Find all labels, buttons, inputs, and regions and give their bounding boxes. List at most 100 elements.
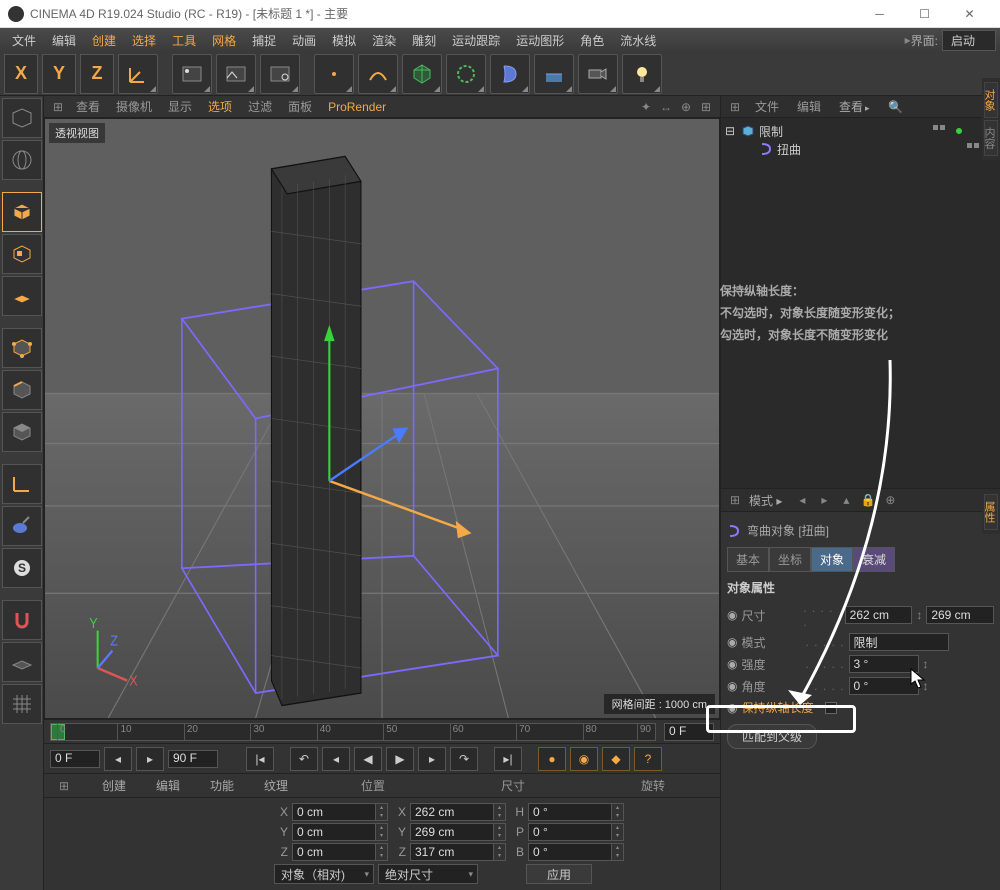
vp-options[interactable]: 选项	[202, 98, 238, 115]
object-manager[interactable]: ⊟ 限制 扭曲	[721, 118, 1000, 488]
maximize-button[interactable]: ☐	[902, 0, 947, 28]
coord-mode2-combo[interactable]: 绝对尺寸	[378, 864, 478, 884]
coord-tab-create[interactable]: 创建	[102, 777, 126, 794]
menu-sim[interactable]: 模拟	[324, 32, 364, 49]
menu-pipeline[interactable]: 流水线	[612, 32, 664, 49]
locked-workplane-button[interactable]	[2, 642, 42, 682]
apply-button[interactable]: 应用	[526, 864, 592, 884]
attr-mode[interactable]: 模式 ▸	[749, 492, 782, 509]
play-back-button[interactable]: ◀	[354, 747, 382, 771]
menu-edit[interactable]: 编辑	[44, 32, 84, 49]
iface-combo[interactable]: 启动	[942, 30, 996, 51]
angle-field[interactable]: 0 °	[849, 677, 919, 695]
vp-filter[interactable]: 过滤	[242, 98, 278, 115]
objmgr-file[interactable]: 文件	[749, 98, 785, 115]
object-row-root[interactable]: ⊟ 限制	[725, 122, 996, 140]
render-pic-button[interactable]	[216, 54, 256, 94]
coord-tab-tex[interactable]: 纹理	[264, 777, 288, 794]
menu-render[interactable]: 渲染	[364, 32, 404, 49]
vp-view[interactable]: 查看	[70, 98, 106, 115]
menu-sculpt[interactable]: 雕刻	[404, 32, 444, 49]
attr-lock-icon[interactable]: 🔒	[860, 492, 876, 508]
point-mode-button[interactable]	[2, 328, 42, 368]
vp-prorender[interactable]: ProRender	[322, 100, 392, 114]
objmgr-view[interactable]: 查看▸	[833, 98, 876, 115]
object-row-child[interactable]: 扭曲	[725, 140, 996, 158]
size-field[interactable]: 269 cm▴▾	[410, 823, 506, 841]
viewport[interactable]: Y X Z 透视视图 网格间距 : 1000 cm	[44, 118, 720, 719]
attr-tab-basic[interactable]: 基本	[727, 547, 769, 572]
vis-dot-icon[interactable]	[956, 128, 962, 134]
next-frame-button[interactable]: ▸	[418, 747, 446, 771]
menu-mesh[interactable]: 网格	[204, 32, 244, 49]
menu-track[interactable]: 运动跟踪	[444, 32, 508, 49]
objmgr-edit[interactable]: 编辑	[791, 98, 827, 115]
prev-key-button[interactable]: ↶	[290, 747, 318, 771]
record-button[interactable]: ●	[538, 747, 566, 771]
goto-start-button[interactable]: |◂	[246, 747, 274, 771]
axis-z-button[interactable]: Z	[80, 54, 114, 94]
sidetab-obj[interactable]: 对象	[984, 82, 998, 118]
object-name[interactable]: 限制	[759, 123, 928, 140]
range-right-button[interactable]: ▸	[136, 747, 164, 771]
objmgr-search-icon[interactable]: 🔍	[888, 99, 904, 115]
objmgr-icon[interactable]: ⊞	[727, 99, 743, 115]
goto-end-button[interactable]: ▸|	[494, 747, 522, 771]
deformer-button[interactable]	[490, 54, 530, 94]
attr-panel-icon[interactable]: ⊞	[727, 492, 743, 508]
keyhelp-button[interactable]: ?	[634, 747, 662, 771]
attr-fwd-icon[interactable]: ▸	[816, 492, 832, 508]
null-button[interactable]	[314, 54, 354, 94]
menu-file[interactable]: 文件	[4, 32, 44, 49]
coord-mode1-combo[interactable]: 对象（相对)	[274, 864, 374, 884]
menu-char[interactable]: 角色	[572, 32, 612, 49]
vp-nav4-icon[interactable]: ⊞	[698, 99, 714, 115]
attr-tab-object[interactable]: 对象	[811, 547, 853, 572]
size-b-field[interactable]: 269 cm	[926, 606, 994, 624]
range-left-button[interactable]: ◂	[104, 747, 132, 771]
axis-x-button[interactable]: X	[4, 54, 38, 94]
play-button[interactable]: ▶	[386, 747, 414, 771]
layout-icon[interactable]: ⊞	[50, 99, 66, 115]
pos-field[interactable]: 0 cm▴▾	[292, 843, 388, 861]
coord-tab-func[interactable]: 功能	[210, 777, 234, 794]
size-a-field[interactable]: 262 cm	[845, 606, 913, 624]
axis-y-button[interactable]: Y	[42, 54, 76, 94]
texture-mode-button[interactable]	[2, 234, 42, 274]
menu-mograph[interactable]: 运动图形	[508, 32, 572, 49]
grid-button[interactable]	[2, 684, 42, 724]
coord-system-button[interactable]	[118, 54, 158, 94]
sidetab-attr[interactable]: 属性	[984, 494, 998, 530]
attr-menu-icon[interactable]: ⊕	[882, 492, 898, 508]
mode-combo[interactable]: 限制	[849, 633, 949, 651]
attr-tab-falloff[interactable]: 衰减	[853, 547, 895, 572]
sidetab-content[interactable]: 内容	[984, 120, 998, 156]
menu-snap[interactable]: 捕捉	[244, 32, 284, 49]
light-button[interactable]	[622, 54, 662, 94]
object-name[interactable]: 扭曲	[777, 141, 962, 158]
size-field[interactable]: 317 cm▴▾	[410, 843, 506, 861]
primitive-button[interactable]	[402, 54, 442, 94]
rot-field[interactable]: 0 °▴▾	[528, 803, 624, 821]
prev-frame-button[interactable]: ◂	[322, 747, 350, 771]
close-button[interactable]: ✕	[947, 0, 992, 28]
keyopts-button[interactable]: ◆	[602, 747, 630, 771]
end-frame-field[interactable]: 90 F	[168, 750, 218, 768]
generator-button[interactable]	[446, 54, 486, 94]
model-mode-button[interactable]	[2, 192, 42, 232]
render-view-button[interactable]	[172, 54, 212, 94]
menu-select[interactable]: 选择	[124, 32, 164, 49]
rot-field[interactable]: 0 °▴▾	[528, 843, 624, 861]
magnet-button[interactable]	[2, 600, 42, 640]
pos-field[interactable]: 0 cm▴▾	[292, 803, 388, 821]
edge-mode-button[interactable]	[2, 370, 42, 410]
camera-button[interactable]	[578, 54, 618, 94]
size-field[interactable]: 262 cm▴▾	[410, 803, 506, 821]
menu-anim[interactable]: 动画	[284, 32, 324, 49]
vp-panel[interactable]: 面板	[282, 98, 318, 115]
coord-tab-edit[interactable]: 编辑	[156, 777, 180, 794]
axis-button[interactable]	[2, 464, 42, 504]
menu-create[interactable]: 创建	[84, 32, 124, 49]
attr-back-icon[interactable]: ◂	[794, 492, 810, 508]
tweak-button[interactable]	[2, 506, 42, 546]
